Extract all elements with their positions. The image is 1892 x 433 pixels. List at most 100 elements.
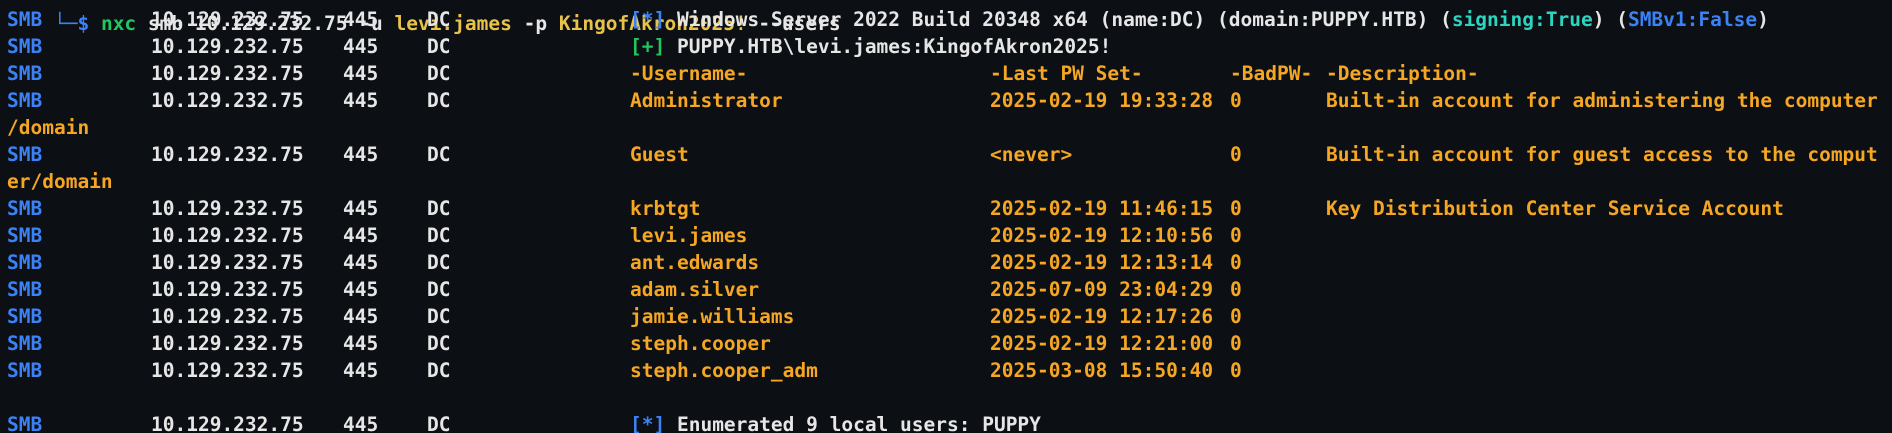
user-description: Built-in account for administering the c… bbox=[1326, 89, 1878, 112]
target-ip: 10.129.232.75 bbox=[151, 197, 304, 220]
info-text: Windows Server 2022 Build 20348 x64 (nam… bbox=[665, 8, 1452, 31]
target-port: 445 bbox=[343, 197, 379, 220]
target-host: DC bbox=[427, 8, 451, 31]
target-host: DC bbox=[427, 278, 451, 301]
protocol-label: SMB bbox=[7, 224, 43, 247]
target-ip: 10.129.232.75 bbox=[151, 89, 304, 112]
user-username: jamie.williams bbox=[630, 305, 795, 328]
target-host: DC bbox=[427, 197, 451, 220]
target-host: DC bbox=[427, 143, 451, 166]
command-user: levi.james bbox=[394, 12, 512, 35]
target-host: DC bbox=[427, 224, 451, 247]
header-username: -Username- bbox=[630, 62, 748, 85]
user-description-wrap: er/domain bbox=[7, 170, 113, 193]
target-port: 445 bbox=[343, 89, 379, 112]
protocol-label: SMB bbox=[7, 278, 43, 301]
user-badpw: 0 bbox=[1230, 224, 1242, 247]
target-host: DC bbox=[427, 62, 451, 85]
target-port: 445 bbox=[343, 35, 379, 58]
header-last-pw-set: -Last PW Set- bbox=[990, 62, 1143, 85]
protocol-label: SMB bbox=[7, 89, 43, 112]
target-port: 445 bbox=[343, 62, 379, 85]
target-ip: 10.129.232.75 bbox=[151, 143, 304, 166]
info-end: ) bbox=[1757, 8, 1769, 31]
user-badpw: 0 bbox=[1230, 278, 1242, 301]
protocol-label: SMB bbox=[7, 305, 43, 328]
user-username: ant.edwards bbox=[630, 251, 760, 274]
user-last-pw-set: 2025-02-19 12:13:14 bbox=[990, 251, 1214, 274]
target-host: DC bbox=[427, 89, 451, 112]
user-last-pw-set: 2025-07-09 23:04:29 bbox=[990, 278, 1214, 301]
user-username: Administrator bbox=[630, 89, 783, 112]
protocol-label: SMB bbox=[7, 62, 43, 85]
target-host: DC bbox=[427, 359, 451, 382]
success-marker: [+] bbox=[630, 35, 666, 58]
summary-message: [*] Enumerated 9 local users: PUPPY bbox=[630, 411, 1041, 433]
protocol-label: SMB bbox=[7, 251, 43, 274]
user-last-pw-set: <never> bbox=[990, 143, 1073, 166]
target-port: 445 bbox=[343, 251, 379, 274]
target-port: 445 bbox=[343, 305, 379, 328]
target-port: 445 bbox=[343, 8, 379, 31]
target-ip: 10.129.232.75 bbox=[151, 359, 304, 382]
protocol-label: SMB bbox=[7, 413, 43, 433]
output-line-summary: SMB 10.129.232.75 445 DC [*] Enumerated … bbox=[7, 411, 1041, 433]
user-last-pw-set: 2025-02-19 12:17:26 bbox=[990, 305, 1214, 328]
info-message: [*] Windows Server 2022 Build 20348 x64 … bbox=[630, 6, 1769, 33]
user-last-pw-set: 2025-02-19 12:21:00 bbox=[990, 332, 1214, 355]
target-ip: 10.129.232.75 bbox=[151, 8, 304, 31]
target-port: 445 bbox=[343, 413, 379, 433]
smbv1-status: SMBv1:False bbox=[1627, 8, 1758, 31]
target-host: DC bbox=[427, 251, 451, 274]
user-description: Key Distribution Center Service Account bbox=[1326, 197, 1784, 220]
protocol-label: SMB bbox=[7, 143, 43, 166]
protocol-label: SMB bbox=[7, 197, 43, 220]
target-port: 445 bbox=[343, 332, 379, 355]
prompt-symbol: └─$ bbox=[53, 12, 90, 35]
target-ip: 10.129.232.75 bbox=[151, 278, 304, 301]
user-username: steph.cooper_adm bbox=[630, 359, 818, 382]
target-port: 445 bbox=[343, 359, 379, 382]
protocol-label: SMB bbox=[7, 8, 43, 31]
auth-message: [+] PUPPY.HTB\levi.james:KingofAkron2025… bbox=[630, 33, 1111, 60]
target-ip: 10.129.232.75 bbox=[151, 62, 304, 85]
summary-text: Enumerated 9 local users: PUPPY bbox=[665, 413, 1041, 433]
user-badpw: 0 bbox=[1230, 197, 1242, 220]
protocol-label: SMB bbox=[7, 359, 43, 382]
user-username: adam.silver bbox=[630, 278, 760, 301]
user-last-pw-set: 2025-02-19 12:10:56 bbox=[990, 224, 1214, 247]
user-description-wrap: /domain bbox=[7, 116, 90, 139]
terminal-window[interactable]: └─$ nxc smb 10.129.232.75 -u levi.james … bbox=[0, 0, 1892, 433]
user-last-pw-set: 2025-02-19 11:46:15 bbox=[990, 197, 1214, 220]
user-badpw: 0 bbox=[1230, 89, 1242, 112]
user-username: krbtgt bbox=[630, 197, 701, 220]
output-line-table-header: SMB 10.129.232.75 445 DC -Username- -Las… bbox=[7, 60, 1479, 87]
user-last-pw-set: 2025-03-08 15:50:40 bbox=[990, 359, 1214, 382]
info-marker: [*] bbox=[630, 413, 666, 433]
auth-text: PUPPY.HTB\levi.james:KingofAkron2025! bbox=[665, 35, 1112, 58]
user-username: steph.cooper bbox=[630, 332, 771, 355]
user-badpw: 0 bbox=[1230, 251, 1242, 274]
target-ip: 10.129.232.75 bbox=[151, 224, 304, 247]
user-badpw: 0 bbox=[1230, 359, 1242, 382]
target-host: DC bbox=[427, 35, 451, 58]
target-host: DC bbox=[427, 332, 451, 355]
user-username: levi.james bbox=[630, 224, 748, 247]
user-description: Built-in account for guest access to the… bbox=[1326, 143, 1878, 166]
command-tool: nxc bbox=[100, 12, 137, 35]
target-host: DC bbox=[427, 305, 451, 328]
user-last-pw-set: 2025-02-19 19:33:28 bbox=[990, 89, 1214, 112]
user-badpw: 0 bbox=[1230, 143, 1242, 166]
target-ip: 10.129.232.75 bbox=[151, 413, 304, 433]
user-badpw: 0 bbox=[1230, 332, 1242, 355]
output-line-auth: SMB 10.129.232.75 445 DC [+] PUPPY.HTB\l… bbox=[7, 33, 1111, 60]
target-ip: 10.129.232.75 bbox=[151, 251, 304, 274]
output-line-info: SMB 10.129.232.75 445 DC [*] Windows Ser… bbox=[7, 6, 1769, 33]
user-badpw: 0 bbox=[1230, 305, 1242, 328]
signing-status: signing:True bbox=[1451, 8, 1593, 31]
target-ip: 10.129.232.75 bbox=[151, 305, 304, 328]
protocol-label: SMB bbox=[7, 35, 43, 58]
target-port: 445 bbox=[343, 143, 379, 166]
info-marker: [*] bbox=[630, 8, 666, 31]
header-description: -Description- bbox=[1326, 62, 1479, 85]
